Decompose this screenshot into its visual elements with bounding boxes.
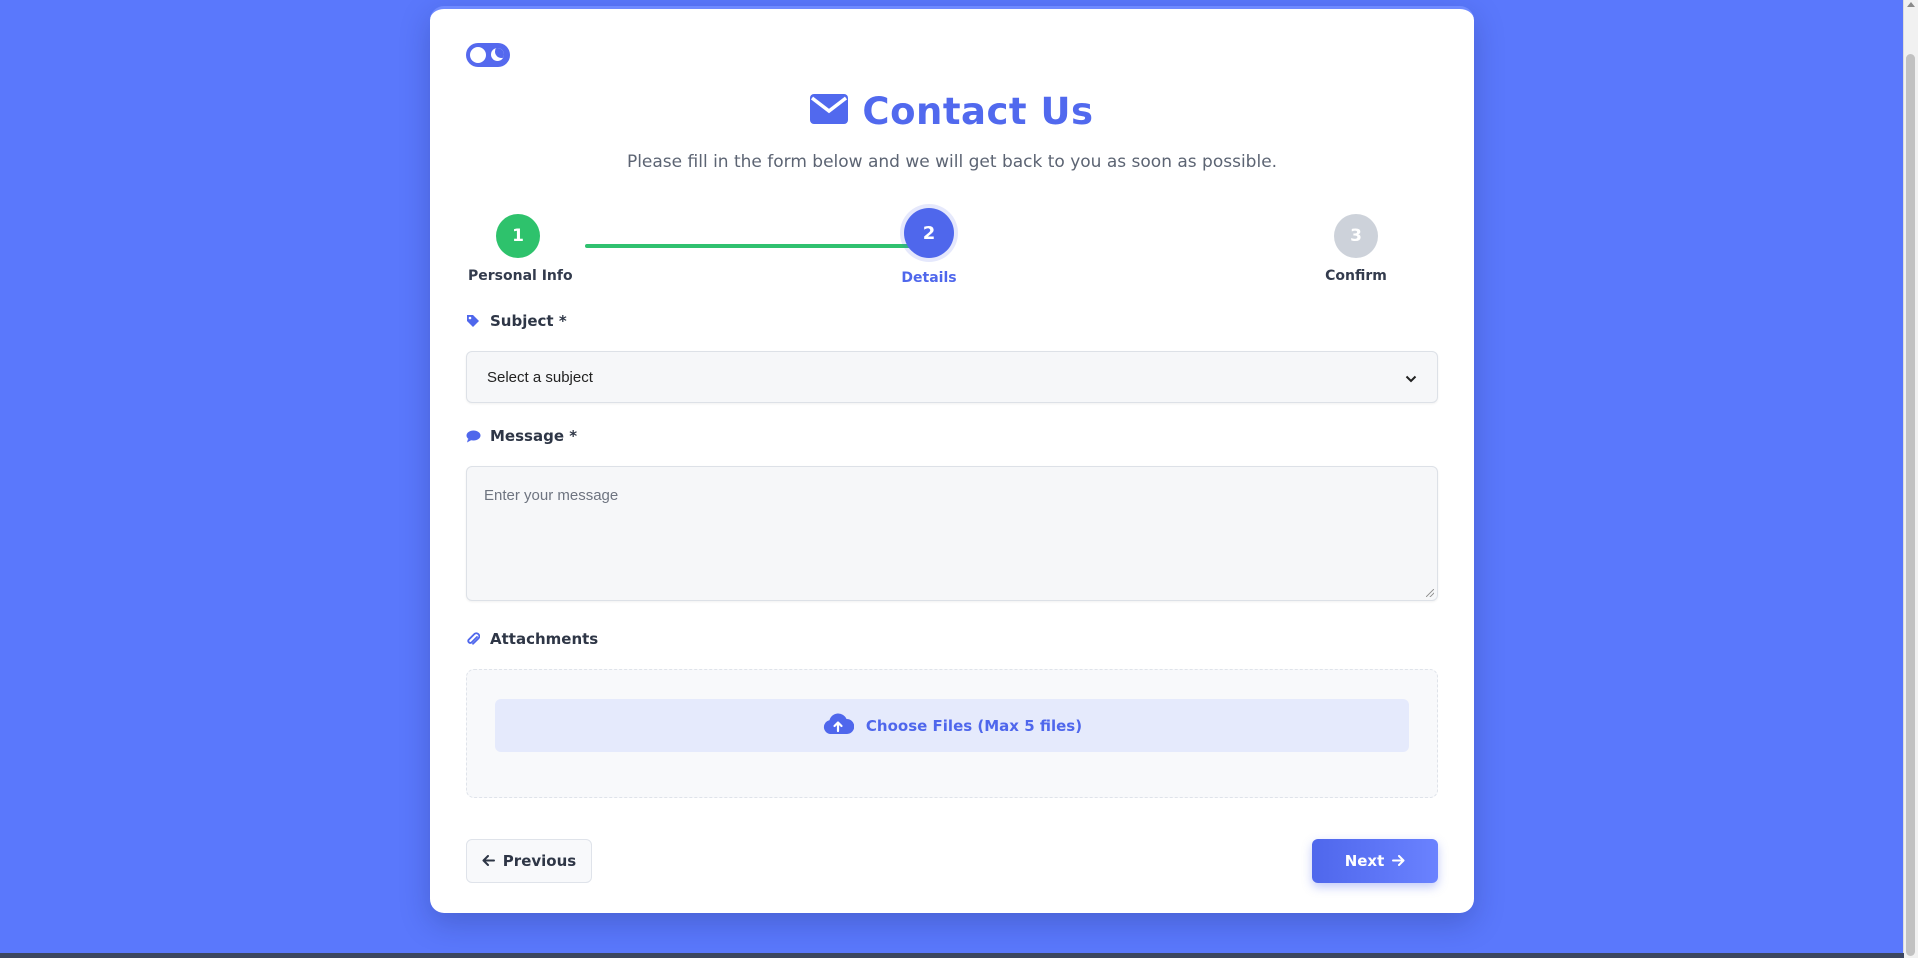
- subject-select[interactable]: Select a subject: [466, 351, 1438, 403]
- message-placeholder: Enter your message: [484, 487, 619, 504]
- message-textarea[interactable]: Enter your message: [466, 466, 1438, 601]
- next-button-label: Next: [1344, 852, 1385, 870]
- chevron-down-icon: [1405, 368, 1417, 387]
- message-label: Message *: [466, 427, 577, 445]
- step-number: 3: [1334, 214, 1378, 258]
- step-label: Confirm: [1325, 268, 1387, 284]
- envelope-icon: [810, 94, 849, 128]
- step-number: 1: [496, 214, 540, 258]
- step-confirm[interactable]: 3 Confirm: [1306, 214, 1406, 284]
- arrow-right-icon: [1392, 852, 1405, 870]
- step-label: Details: [901, 270, 957, 286]
- step-label: Personal Info: [468, 268, 573, 284]
- scrollbar-thumb[interactable]: [1906, 54, 1915, 956]
- page-scrollbar[interactable]: [1903, 0, 1918, 958]
- page-title: Contact Us: [862, 89, 1094, 133]
- step-details[interactable]: 2 Details: [879, 208, 979, 286]
- tag-icon: [466, 314, 480, 328]
- previous-button-label: Previous: [502, 852, 577, 870]
- moon-icon: [491, 48, 504, 61]
- scroll-up-arrow-icon[interactable]: [1907, 2, 1915, 7]
- choose-files-label: Choose Files (Max 5 files): [865, 716, 1083, 735]
- cloud-upload-icon: [822, 712, 855, 740]
- comment-icon: [466, 429, 481, 443]
- subject-label: Subject *: [466, 312, 567, 330]
- resize-handle[interactable]: [1426, 589, 1434, 597]
- message-label-text: Message *: [490, 427, 578, 445]
- attachments-label: Attachments: [466, 630, 598, 648]
- attachments-label-text: Attachments: [490, 630, 599, 648]
- step-personal-info[interactable]: 1 Personal Info: [468, 214, 573, 284]
- page-header: Contact Us: [430, 85, 1474, 137]
- theme-toggle[interactable]: [466, 43, 510, 67]
- next-button[interactable]: Next: [1312, 839, 1438, 883]
- subject-label-text: Subject *: [490, 312, 567, 330]
- arrow-left-icon: [482, 852, 495, 870]
- choose-files-button[interactable]: Choose Files (Max 5 files): [495, 699, 1409, 752]
- paperclip-icon: [466, 632, 481, 646]
- contact-form-card: Contact Us Please fill in the form below…: [430, 6, 1474, 913]
- page-subtitle: Please fill in the form below and we wil…: [626, 152, 1278, 172]
- previous-button[interactable]: Previous: [466, 839, 592, 883]
- toggle-knob: [470, 47, 486, 63]
- file-dropzone[interactable]: Choose Files (Max 5 files): [466, 669, 1438, 798]
- bottom-edge: [0, 953, 1904, 958]
- subject-select-value: Select a subject: [487, 368, 593, 386]
- step-number: 2: [904, 208, 954, 258]
